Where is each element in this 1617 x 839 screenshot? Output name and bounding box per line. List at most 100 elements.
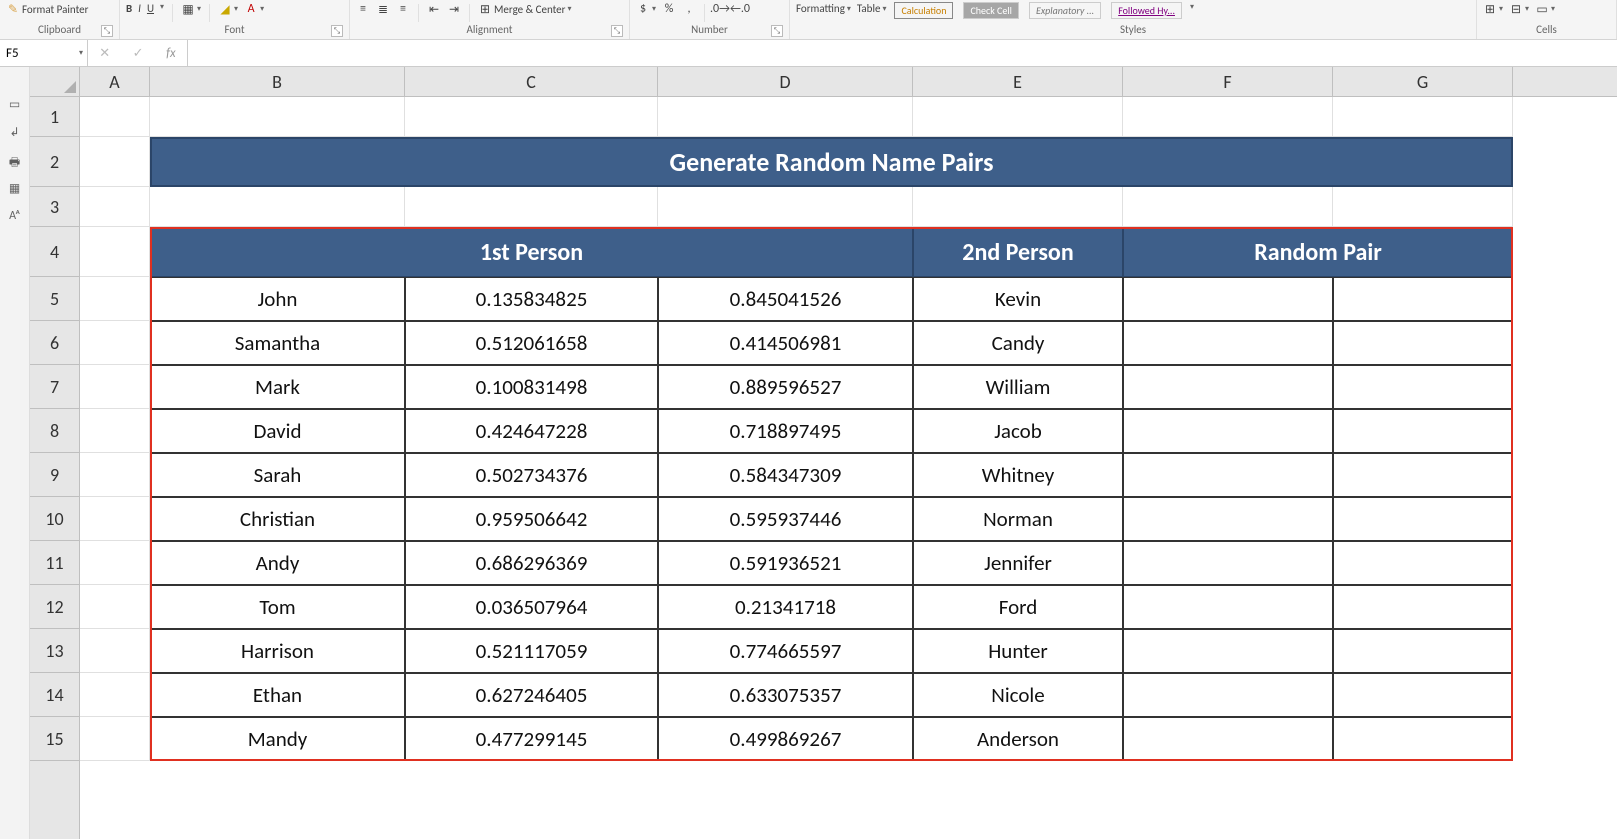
cell-A9[interactable] <box>80 453 150 497</box>
cell-B12[interactable]: Tom <box>150 585 405 629</box>
cell-G1[interactable] <box>1333 97 1513 137</box>
row-header-2[interactable]: 2 <box>30 137 79 187</box>
cell-D14[interactable]: 0.633075357 <box>658 673 913 717</box>
cell-C5[interactable]: 0.135834825 <box>405 277 658 321</box>
chevron-down-icon[interactable]: ▾ <box>160 2 164 12</box>
cell-G10[interactable] <box>1333 497 1513 541</box>
percent-button[interactable]: % <box>662 2 676 16</box>
increase-decimal-button[interactable]: .0→ <box>713 2 727 16</box>
header-random-pair[interactable]: Random Pair <box>1123 227 1513 277</box>
align-right-button[interactable]: ≡ <box>396 2 410 16</box>
alignment-launcher-icon[interactable]: ⤡ <box>611 25 623 37</box>
cell-D5[interactable]: 0.845041526 <box>658 277 913 321</box>
font-color-button[interactable]: A▾ <box>244 2 264 16</box>
column-header-C[interactable]: C <box>405 67 658 96</box>
fx-icon[interactable]: fx <box>166 46 176 61</box>
font-launcher-icon[interactable]: ⤡ <box>331 25 343 37</box>
cell-D3[interactable] <box>658 187 913 227</box>
cell-B11[interactable]: Andy <box>150 541 405 585</box>
currency-button[interactable]: $▾ <box>636 2 656 16</box>
cell-F8[interactable] <box>1123 409 1333 453</box>
cell-A14[interactable] <box>80 673 150 717</box>
format-as-table-button[interactable]: Table▾ <box>857 2 887 15</box>
row-header-4[interactable]: 4 <box>30 227 79 277</box>
cell-E3[interactable] <box>913 187 1123 227</box>
column-header-A[interactable]: A <box>80 67 150 96</box>
row-header-12[interactable]: 12 <box>30 585 79 629</box>
cell-C12[interactable]: 0.036507964 <box>405 585 658 629</box>
tool-icon-4[interactable]: ▦ <box>6 181 24 195</box>
cell-B14[interactable]: Ethan <box>150 673 405 717</box>
cell-A5[interactable] <box>80 277 150 321</box>
cell-B7[interactable]: Mark <box>150 365 405 409</box>
cell-G11[interactable] <box>1333 541 1513 585</box>
formula-input-wrap[interactable] <box>188 40 1617 66</box>
decrease-decimal-button[interactable]: ←.0 <box>733 2 747 16</box>
cell-G14[interactable] <box>1333 673 1513 717</box>
row-header-10[interactable]: 10 <box>30 497 79 541</box>
cell-D6[interactable]: 0.414506981 <box>658 321 913 365</box>
row-header-15[interactable]: 15 <box>30 717 79 761</box>
cell-D12[interactable]: 0.21341718 <box>658 585 913 629</box>
underline-button[interactable]: U <box>147 2 154 15</box>
column-header-E[interactable]: E <box>913 67 1123 96</box>
cell-B9[interactable]: Sarah <box>150 453 405 497</box>
cell-D13[interactable]: 0.774665597 <box>658 629 913 673</box>
merge-center-button[interactable]: ⊞ Merge & Center ▾ <box>478 2 572 16</box>
cell-E6[interactable]: Candy <box>913 321 1123 365</box>
cell-D7[interactable]: 0.889596527 <box>658 365 913 409</box>
cell-B10[interactable]: Christian <box>150 497 405 541</box>
format-painter-button[interactable]: ✎ Format Painter <box>6 2 88 16</box>
name-box[interactable]: ▾ <box>0 40 88 66</box>
cells-area[interactable]: Generate Random Name Pairs1st Person2nd … <box>80 97 1617 839</box>
cell-B15[interactable]: Mandy <box>150 717 405 761</box>
cell-style-hyperlink[interactable]: Followed Hy... <box>1111 2 1182 19</box>
column-header-B[interactable]: B <box>150 67 405 96</box>
tool-icon-5[interactable]: Aᴬ <box>6 209 24 223</box>
cell-D10[interactable]: 0.595937446 <box>658 497 913 541</box>
tool-icon-2[interactable]: ↲ <box>6 125 24 139</box>
row-header-1[interactable]: 1 <box>30 97 79 137</box>
spreadsheet-grid[interactable]: ABCDEFG 123456789101112131415 Generate R… <box>30 67 1617 839</box>
cell-B13[interactable]: Harrison <box>150 629 405 673</box>
clipboard-launcher-icon[interactable]: ⤡ <box>101 25 113 37</box>
cell-B1[interactable] <box>150 97 405 137</box>
italic-button[interactable]: I <box>138 2 141 15</box>
align-center-button[interactable]: ≣ <box>376 2 390 16</box>
cell-B6[interactable]: Samantha <box>150 321 405 365</box>
name-box-input[interactable] <box>6 46 81 61</box>
cell-E14[interactable]: Nicole <box>913 673 1123 717</box>
cell-C8[interactable]: 0.424647228 <box>405 409 658 453</box>
number-launcher-icon[interactable]: ⤡ <box>771 25 783 37</box>
header-1st-person[interactable]: 1st Person <box>150 227 913 277</box>
enter-icon[interactable]: ✓ <box>133 46 144 61</box>
format-cells-button[interactable]: ▭▾ <box>1535 2 1555 16</box>
column-header-D[interactable]: D <box>658 67 913 96</box>
bold-button[interactable]: B <box>126 2 132 15</box>
cell-G13[interactable] <box>1333 629 1513 673</box>
row-header-13[interactable]: 13 <box>30 629 79 673</box>
row-header-3[interactable]: 3 <box>30 187 79 227</box>
formula-input[interactable] <box>188 46 1617 61</box>
cell-F11[interactable] <box>1123 541 1333 585</box>
tool-icon-3[interactable]: 🖶 <box>6 153 24 167</box>
cell-G12[interactable] <box>1333 585 1513 629</box>
cell-G9[interactable] <box>1333 453 1513 497</box>
cell-C13[interactable]: 0.521117059 <box>405 629 658 673</box>
cell-A15[interactable] <box>80 717 150 761</box>
select-all-corner[interactable] <box>30 67 80 97</box>
cell-C11[interactable]: 0.686296369 <box>405 541 658 585</box>
cell-F3[interactable] <box>1123 187 1333 227</box>
column-header-G[interactable]: G <box>1333 67 1513 96</box>
comma-button[interactable]: , <box>682 2 696 16</box>
row-header-8[interactable]: 8 <box>30 409 79 453</box>
row-header-11[interactable]: 11 <box>30 541 79 585</box>
cell-D15[interactable]: 0.499869267 <box>658 717 913 761</box>
tool-icon-1[interactable]: ▭ <box>6 97 24 111</box>
conditional-formatting-button[interactable]: Formatting▾ <box>796 2 851 15</box>
cell-G8[interactable] <box>1333 409 1513 453</box>
cell-A2[interactable] <box>80 137 150 187</box>
cell-G7[interactable] <box>1333 365 1513 409</box>
cell-A11[interactable] <box>80 541 150 585</box>
cell-A7[interactable] <box>80 365 150 409</box>
